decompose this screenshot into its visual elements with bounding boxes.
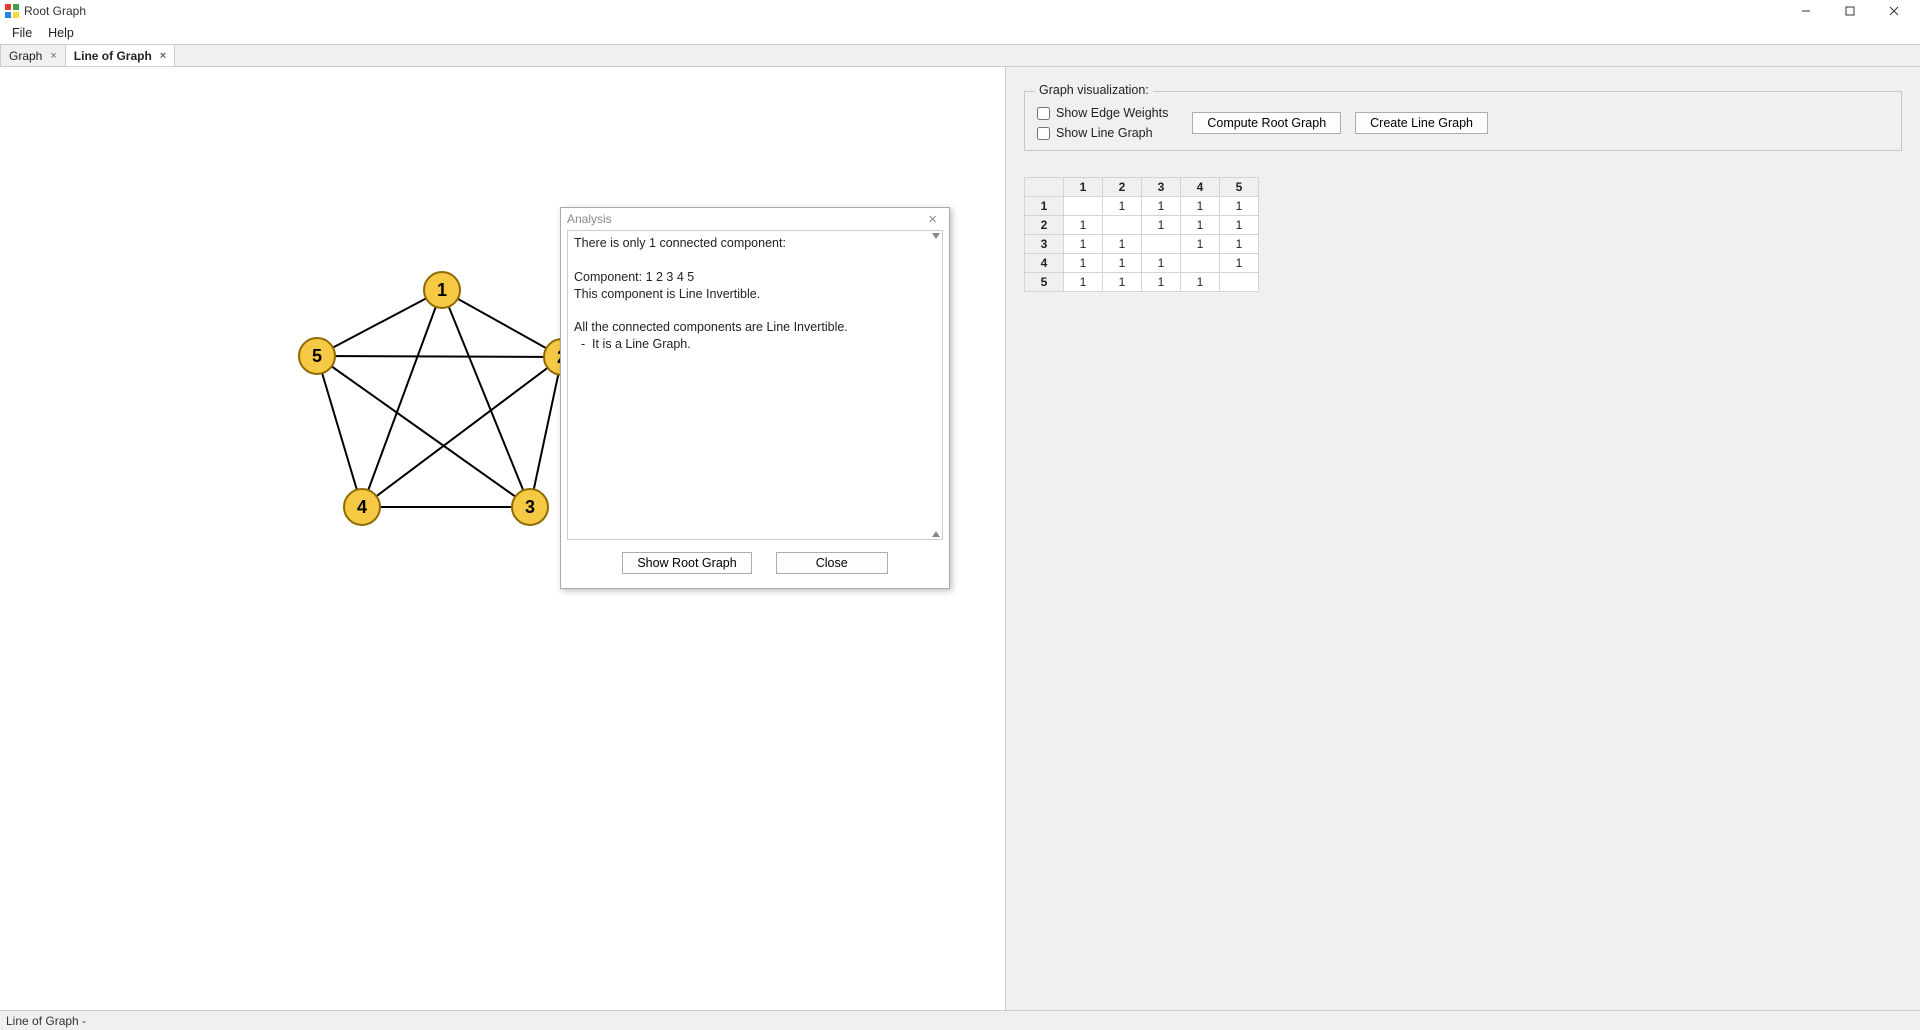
graph-edge bbox=[317, 356, 562, 357]
matrix-cell: 1 bbox=[1142, 216, 1181, 235]
matrix-cell: 1 bbox=[1181, 197, 1220, 216]
matrix-cell bbox=[1064, 197, 1103, 216]
close-dialog-button[interactable]: Close bbox=[776, 552, 888, 574]
matrix-cell bbox=[1142, 235, 1181, 254]
graph-edge bbox=[317, 356, 362, 507]
matrix-cell: 1 bbox=[1181, 235, 1220, 254]
dialog-body[interactable]: There is only 1 connected component: Com… bbox=[567, 230, 943, 540]
matrix-col-header: 1 bbox=[1064, 178, 1103, 197]
sidepanel: Graph visualization: Show Edge Weights S… bbox=[1006, 67, 1920, 1010]
matrix-row-header: 2 bbox=[1025, 216, 1064, 235]
show-root-graph-button[interactable]: Show Root Graph bbox=[622, 552, 751, 574]
graph-visualization-group: Graph visualization: Show Edge Weights S… bbox=[1024, 91, 1902, 151]
dialog-title: Analysis bbox=[567, 212, 612, 226]
graph-edge bbox=[362, 290, 442, 507]
graph-node-label: 1 bbox=[437, 280, 447, 300]
status-text: Line of Graph - bbox=[6, 1014, 86, 1028]
checkbox-label: Show Line Graph bbox=[1056, 126, 1153, 140]
matrix-row-header: 4 bbox=[1025, 254, 1064, 273]
statusbar: Line of Graph - bbox=[0, 1010, 1920, 1030]
matrix-cell: 1 bbox=[1103, 273, 1142, 292]
checkbox-label: Show Edge Weights bbox=[1056, 106, 1168, 120]
tab-label: Line of Graph bbox=[74, 49, 152, 63]
tab-line-of-graph[interactable]: Line of Graph × bbox=[65, 44, 175, 66]
matrix-col-header: 5 bbox=[1220, 178, 1259, 197]
matrix-cell: 1 bbox=[1103, 254, 1142, 273]
graph-edge bbox=[317, 356, 530, 507]
matrix-cell: 1 bbox=[1142, 254, 1181, 273]
app-icon bbox=[4, 3, 20, 19]
matrix-cell: 1 bbox=[1103, 197, 1142, 216]
matrix-cell: 1 bbox=[1181, 273, 1220, 292]
tab-label: Graph bbox=[9, 49, 42, 63]
matrix-cell: 1 bbox=[1103, 235, 1142, 254]
analysis-dialog: Analysis × There is only 1 connected com… bbox=[560, 207, 950, 589]
graph-node-label: 4 bbox=[357, 497, 367, 517]
compute-root-graph-button[interactable]: Compute Root Graph bbox=[1192, 112, 1341, 134]
graph-edge bbox=[530, 357, 562, 507]
matrix-cell: 1 bbox=[1064, 216, 1103, 235]
menu-file[interactable]: File bbox=[4, 24, 40, 42]
graph-node-label: 3 bbox=[525, 497, 535, 517]
matrix-cell: 1 bbox=[1181, 216, 1220, 235]
matrix-col-header: 2 bbox=[1103, 178, 1142, 197]
matrix-cell: 1 bbox=[1064, 273, 1103, 292]
window-title: Root Graph bbox=[24, 4, 86, 18]
matrix-row-header: 5 bbox=[1025, 273, 1064, 292]
matrix-cell: 1 bbox=[1142, 197, 1181, 216]
create-line-graph-button[interactable]: Create Line Graph bbox=[1355, 112, 1488, 134]
minimize-button[interactable] bbox=[1784, 0, 1828, 22]
matrix-row-header: 3 bbox=[1025, 235, 1064, 254]
close-icon[interactable]: × bbox=[160, 50, 166, 62]
line-graph-input[interactable] bbox=[1037, 127, 1050, 140]
titlebar: Root Graph bbox=[0, 0, 1920, 22]
matrix-col-header: 3 bbox=[1142, 178, 1181, 197]
show-line-graph-checkbox[interactable]: Show Line Graph bbox=[1037, 126, 1168, 140]
matrix-cell: 1 bbox=[1064, 235, 1103, 254]
close-button[interactable] bbox=[1872, 0, 1916, 22]
graph-edge bbox=[442, 290, 562, 357]
tabbar: Graph × Line of Graph × bbox=[0, 44, 1920, 66]
matrix-cell bbox=[1103, 216, 1142, 235]
matrix-row-header: 1 bbox=[1025, 197, 1064, 216]
matrix-cell: 1 bbox=[1142, 273, 1181, 292]
menu-help[interactable]: Help bbox=[40, 24, 82, 42]
edge-weights-input[interactable] bbox=[1037, 107, 1050, 120]
graph-edge bbox=[362, 357, 562, 507]
maximize-button[interactable] bbox=[1828, 0, 1872, 22]
matrix-cell: 1 bbox=[1220, 235, 1259, 254]
matrix-col-header: 4 bbox=[1181, 178, 1220, 197]
dialog-titlebar[interactable]: Analysis × bbox=[561, 208, 949, 230]
matrix-cell: 1 bbox=[1220, 197, 1259, 216]
graph-edge bbox=[317, 290, 442, 356]
matrix-cell: 1 bbox=[1064, 254, 1103, 273]
close-icon[interactable]: × bbox=[50, 50, 56, 62]
matrix-cell bbox=[1181, 254, 1220, 273]
matrix-cell bbox=[1220, 273, 1259, 292]
show-edge-weights-checkbox[interactable]: Show Edge Weights bbox=[1037, 106, 1168, 120]
graph-node-label: 5 bbox=[312, 346, 322, 366]
group-legend: Graph visualization: bbox=[1035, 83, 1153, 97]
menubar: File Help bbox=[0, 22, 1920, 44]
graph-canvas[interactable]: 12345 Analysis × There is only 1 connect… bbox=[0, 67, 1006, 1010]
tab-graph[interactable]: Graph × bbox=[0, 44, 66, 66]
scrollbar[interactable] bbox=[932, 233, 940, 537]
matrix-cell: 1 bbox=[1220, 254, 1259, 273]
dialog-close-icon[interactable]: × bbox=[922, 211, 943, 228]
matrix-cell: 1 bbox=[1220, 216, 1259, 235]
adjacency-matrix: 123451111121111311114111151111 bbox=[1024, 177, 1259, 292]
graph-edge bbox=[442, 290, 530, 507]
